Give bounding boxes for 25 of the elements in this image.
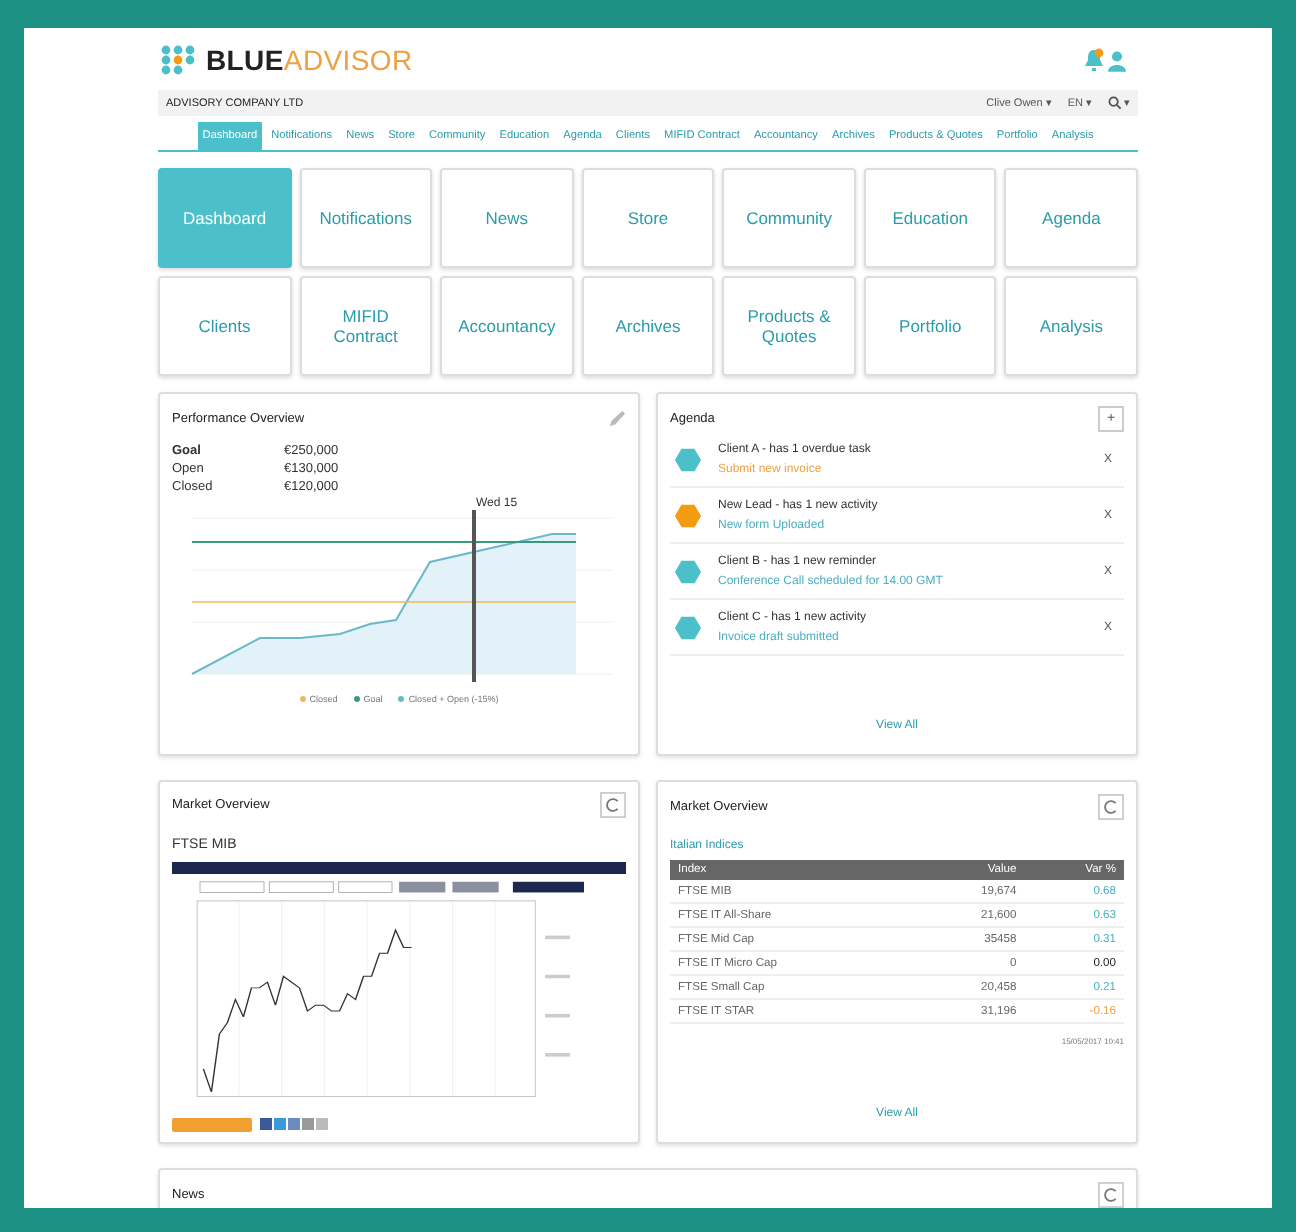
menu-tile[interactable]: Clients: [158, 276, 292, 376]
refresh-icon[interactable]: [1098, 793, 1124, 819]
logo-dots-icon: [158, 43, 198, 75]
hexagon-icon: [674, 504, 702, 528]
hexagon-icon: [674, 560, 702, 584]
axis-ticks: [545, 936, 570, 1058]
menu-tile[interactable]: MIFID Contract: [299, 276, 433, 376]
menu-tile[interactable]: Education: [863, 168, 997, 268]
menu-tile[interactable]: Notifications: [299, 168, 433, 268]
menu-tile[interactable]: News: [440, 168, 574, 268]
menu-tile[interactable]: Accountancy: [440, 276, 574, 376]
menu-tile[interactable]: Archives: [581, 276, 715, 376]
hexagon-icon: [674, 448, 702, 472]
refresh-icon[interactable]: [600, 792, 626, 818]
menu-tile[interactable]: Portfolio: [863, 276, 997, 376]
menu-tile[interactable]: Store: [581, 168, 715, 268]
menu-tile[interactable]: Products & Quotes: [722, 276, 856, 376]
hexagon-icon: [674, 616, 702, 640]
menu-tile[interactable]: Agenda: [1004, 168, 1138, 268]
refresh-icon[interactable]: [1098, 1181, 1124, 1207]
menu-tile[interactable]: Community: [722, 168, 856, 268]
menu-tile[interactable]: Analysis: [1004, 276, 1138, 376]
search-icon: [1108, 96, 1122, 110]
brand-name: BLUEADVISOR: [206, 43, 413, 75]
menu-tile[interactable]: Dashboard: [158, 168, 292, 268]
